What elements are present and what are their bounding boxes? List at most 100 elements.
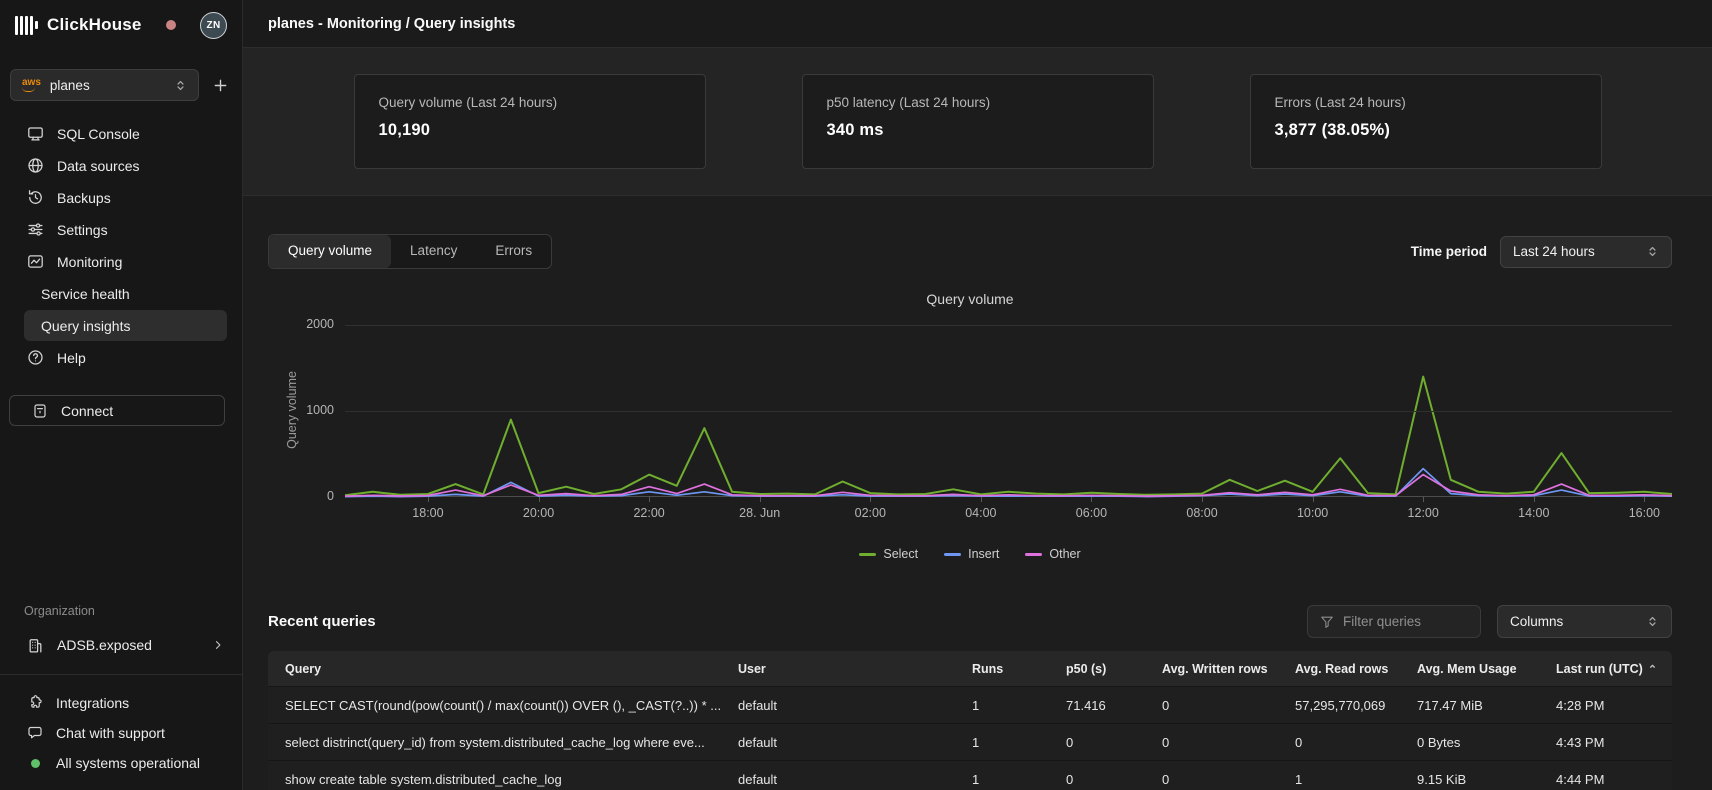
sidebar-item-label: Data sources xyxy=(57,158,139,174)
table-cell: 1 xyxy=(972,735,1066,750)
table-cell: 1 xyxy=(1295,772,1417,787)
table-cell: show create table system.distributed_cac… xyxy=(268,772,738,787)
column-header[interactable]: Query xyxy=(268,662,738,676)
main-area: planes - Monitoring / Query insights Que… xyxy=(243,0,1712,790)
x-tick-label: 22:00 xyxy=(633,506,664,520)
sidebar-item-settings[interactable]: Settings xyxy=(24,214,227,245)
chart-legend: Select Insert Other xyxy=(268,547,1672,561)
funnel-icon xyxy=(1320,615,1334,629)
filter-queries-input[interactable] xyxy=(1343,614,1468,629)
sidebar-item-chat-support[interactable]: Chat with support xyxy=(24,718,227,748)
sidebar-item-help[interactable]: Help xyxy=(24,342,227,373)
chevron-right-icon xyxy=(212,639,224,651)
columns-select[interactable]: Columns xyxy=(1497,605,1672,638)
column-header[interactable]: Avg. Mem Usage xyxy=(1417,662,1556,676)
stat-label: Query volume (Last 24 hours) xyxy=(379,95,681,110)
table-cell: default xyxy=(738,735,972,750)
status-dot-icon xyxy=(27,755,43,771)
column-header[interactable]: Avg. Written rows xyxy=(1162,662,1295,676)
legend-label: Select xyxy=(883,547,918,561)
top-header: planes - Monitoring / Query insights xyxy=(243,0,1712,48)
filter-queries-box xyxy=(1307,605,1481,638)
sidebar-item-label: Backups xyxy=(57,190,111,206)
x-tick-mark xyxy=(870,497,871,502)
service-row: aws planes xyxy=(10,69,230,101)
recent-queries-header: Recent queries Columns xyxy=(268,605,1672,638)
legend-item-select[interactable]: Select xyxy=(859,547,918,561)
x-tick-label: 28. Jun xyxy=(739,506,780,520)
sidebar-item-label: Help xyxy=(57,350,86,366)
sidebar-item-service-health[interactable]: Service health xyxy=(24,278,227,309)
x-tick-mark xyxy=(981,497,982,502)
sidebar-item-label: Query insights xyxy=(41,318,130,334)
table-cell: 57,295,770,069 xyxy=(1295,698,1417,713)
chevron-updown-icon xyxy=(174,79,187,92)
tab-errors[interactable]: Errors xyxy=(476,235,551,268)
x-tick-mark xyxy=(1202,497,1203,502)
sidebar-nav: SQL Console Data sources Backups Setting… xyxy=(0,118,242,374)
table-row[interactable]: SELECT CAST(round(pow(count() / max(coun… xyxy=(268,686,1672,723)
column-header[interactable]: p50 (s) xyxy=(1066,662,1162,676)
y-tick-label: 1000 xyxy=(268,403,334,417)
sidebar-item-backups[interactable]: Backups xyxy=(24,182,227,213)
service-selector[interactable]: aws planes xyxy=(10,69,199,101)
gridline xyxy=(345,325,1672,326)
stat-label: Errors (Last 24 hours) xyxy=(1275,95,1577,110)
table-cell: 0 xyxy=(1162,735,1295,750)
content: Query volume Latency Errors Time period … xyxy=(243,196,1712,790)
legend-item-insert[interactable]: Insert xyxy=(944,547,999,561)
table-cell: 1 xyxy=(972,772,1066,787)
time-period-label: Time period xyxy=(1411,244,1487,259)
column-header[interactable]: Last run (UTC)⌃ xyxy=(1556,662,1672,676)
column-header[interactable]: User xyxy=(738,662,972,676)
organization-row[interactable]: ADSB.exposed xyxy=(24,630,227,660)
stat-label: p50 latency (Last 24 hours) xyxy=(827,95,1129,110)
sidebar-item-sql-console[interactable]: SQL Console xyxy=(24,118,227,149)
stat-card-p50-latency: p50 latency (Last 24 hours) 340 ms xyxy=(802,74,1154,169)
x-tick-label: 04:00 xyxy=(965,506,996,520)
footer-item-label: Integrations xyxy=(56,695,129,711)
tab-latency[interactable]: Latency xyxy=(391,235,476,268)
table-cell: 71.416 xyxy=(1066,698,1162,713)
time-period-control: Time period Last 24 hours xyxy=(1411,236,1672,268)
x-tick-mark xyxy=(1423,497,1424,502)
table-cell: default xyxy=(738,772,972,787)
time-period-select[interactable]: Last 24 hours xyxy=(1500,236,1672,268)
legend-item-other[interactable]: Other xyxy=(1025,547,1080,561)
x-tick-label: 08:00 xyxy=(1186,506,1217,520)
tab-query-volume[interactable]: Query volume xyxy=(269,235,391,268)
sidebar-item-integrations[interactable]: Integrations xyxy=(24,688,227,718)
sidebar-item-data-sources[interactable]: Data sources xyxy=(24,150,227,181)
x-tick-label: 16:00 xyxy=(1629,506,1660,520)
breadcrumb: planes - Monitoring / Query insights xyxy=(268,16,515,32)
column-header[interactable]: Runs xyxy=(972,662,1066,676)
sidebar-item-query-insights[interactable]: Query insights xyxy=(24,310,227,341)
notification-dot xyxy=(166,20,176,30)
column-header[interactable]: Avg. Read rows xyxy=(1295,662,1417,676)
sidebar-item-monitoring[interactable]: Monitoring xyxy=(24,246,227,277)
y-tick-label: 0 xyxy=(268,489,334,503)
table-row[interactable]: select distrinct(query_id) from system.d… xyxy=(268,723,1672,760)
time-period-value: Last 24 hours xyxy=(1513,244,1595,259)
sidebar-item-system-status[interactable]: All systems operational xyxy=(24,748,227,778)
avatar[interactable]: ZN xyxy=(200,12,227,39)
recent-queries-title: Recent queries xyxy=(268,613,376,630)
stat-value: 340 ms xyxy=(827,121,1129,140)
sidebar: ClickHouse ZN aws planes SQL Console Dat… xyxy=(0,0,243,790)
connect-button[interactable]: Connect xyxy=(9,395,225,426)
legend-swatch xyxy=(944,553,961,556)
legend-label: Other xyxy=(1049,547,1080,561)
chat-icon xyxy=(27,725,43,741)
sort-asc-icon: ⌃ xyxy=(1648,664,1657,676)
add-service-button[interactable] xyxy=(211,76,230,95)
table-row[interactable]: show create table system.distributed_cac… xyxy=(268,760,1672,790)
x-tick-mark xyxy=(1534,497,1535,502)
recent-queries-table: QueryUserRunsp50 (s)Avg. Written rowsAvg… xyxy=(268,651,1672,790)
stat-value: 10,190 xyxy=(379,121,681,140)
columns-select-label: Columns xyxy=(1510,614,1563,629)
table-cell: 4:44 PM xyxy=(1556,772,1672,787)
help-icon xyxy=(27,349,44,366)
sidebar-item-label: Service health xyxy=(41,286,130,302)
connect-label: Connect xyxy=(61,403,113,419)
chart-icon xyxy=(27,253,44,270)
